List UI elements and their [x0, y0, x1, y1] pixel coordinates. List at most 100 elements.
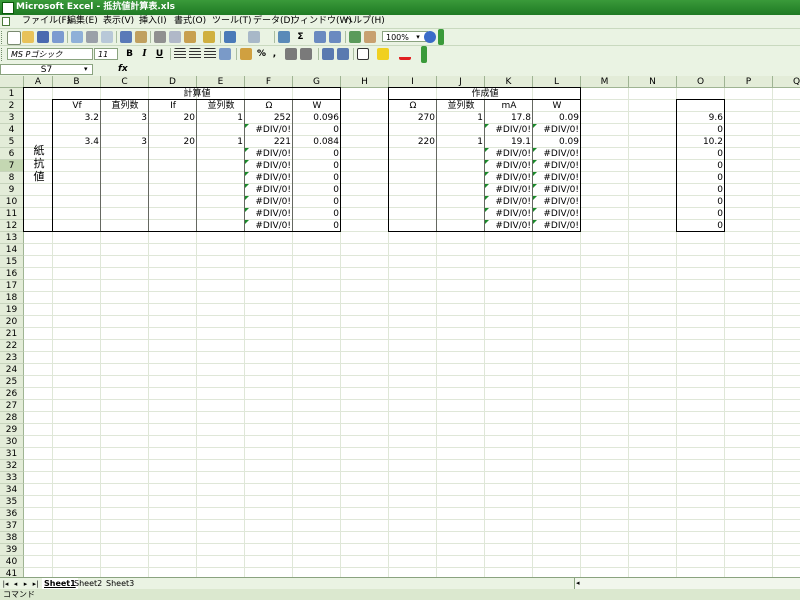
row-header-11[interactable]: 11	[0, 208, 24, 220]
error-indicator[interactable]	[245, 196, 249, 200]
menu-insert[interactable]: 挿入(I)	[139, 15, 167, 28]
row-header-18[interactable]: 18	[0, 292, 24, 304]
comma-button[interactable]: ,	[268, 48, 281, 61]
drawing-icon[interactable]	[364, 31, 376, 43]
error-indicator[interactable]	[485, 148, 489, 152]
data-cell[interactable]: 3	[101, 112, 149, 124]
toolbar-grip[interactable]	[1, 31, 5, 44]
row-header-39[interactable]: 39	[0, 544, 24, 556]
data-cell[interactable]: 0.09	[533, 112, 581, 124]
toolbar-options-icon[interactable]	[438, 29, 444, 45]
data-cell[interactable]: #DIV/0!	[245, 124, 293, 136]
percent-button[interactable]: %	[255, 48, 268, 61]
select-all-corner[interactable]	[0, 76, 24, 88]
error-indicator[interactable]	[485, 220, 489, 224]
data-cell[interactable]: #DIV/0!	[485, 160, 533, 172]
row-header-2[interactable]: 2	[0, 100, 24, 112]
data-cell[interactable]: 221	[245, 136, 293, 148]
borders-icon[interactable]	[357, 48, 369, 60]
data-cell[interactable]: 9.6	[677, 112, 725, 124]
undo-icon[interactable]	[224, 31, 236, 43]
sheet-tab-sheet2[interactable]: Sheet2	[72, 578, 104, 589]
column-header-o[interactable]: O	[677, 76, 725, 88]
row-header-13[interactable]: 13	[0, 232, 24, 244]
data-cell[interactable]: #DIV/0!	[245, 184, 293, 196]
row-header-27[interactable]: 27	[0, 400, 24, 412]
data-cell[interactable]: #DIV/0!	[533, 208, 581, 220]
error-indicator[interactable]	[485, 184, 489, 188]
error-indicator[interactable]	[533, 124, 537, 128]
table-header[interactable]: If	[149, 100, 197, 112]
column-header-h[interactable]: H	[341, 76, 389, 88]
table-header[interactable]: 並列数	[197, 100, 245, 112]
row-header-21[interactable]: 21	[0, 328, 24, 340]
spelling-icon[interactable]	[120, 31, 132, 43]
data-cell[interactable]: #DIV/0!	[245, 172, 293, 184]
print-icon[interactable]	[86, 31, 98, 43]
data-cell[interactable]: 220	[389, 136, 437, 148]
data-cell[interactable]: 0	[677, 148, 725, 160]
sheet-tab-sheet3[interactable]: Sheet3	[104, 578, 136, 589]
error-indicator[interactable]	[533, 160, 537, 164]
data-cell[interactable]: #DIV/0!	[485, 208, 533, 220]
document-icon[interactable]	[2, 17, 10, 26]
toolbar-grip[interactable]	[1, 48, 5, 61]
email-icon[interactable]	[71, 31, 83, 43]
row-header-14[interactable]: 14	[0, 244, 24, 256]
data-cell[interactable]: 3	[101, 136, 149, 148]
data-cell[interactable]: 1	[437, 136, 485, 148]
data-cell[interactable]: #DIV/0!	[533, 196, 581, 208]
data-cell[interactable]: #DIV/0!	[533, 148, 581, 160]
row-header-38[interactable]: 38	[0, 532, 24, 544]
data-cell[interactable]: 0.096	[293, 112, 341, 124]
data-cell[interactable]: #DIV/0!	[245, 148, 293, 160]
data-cell[interactable]: #DIV/0!	[485, 172, 533, 184]
data-cell[interactable]: 0	[677, 196, 725, 208]
row-header-33[interactable]: 33	[0, 472, 24, 484]
open-icon[interactable]	[22, 31, 34, 43]
menu-help[interactable]: ヘルプ(H)	[344, 15, 385, 28]
autosum-icon[interactable]: Σ	[294, 31, 307, 44]
data-cell[interactable]: 10.2	[677, 136, 725, 148]
error-indicator[interactable]	[245, 220, 249, 224]
row-header-35[interactable]: 35	[0, 496, 24, 508]
data-cell[interactable]: 17.8	[485, 112, 533, 124]
error-indicator[interactable]	[485, 160, 489, 164]
data-cell[interactable]: 0	[677, 208, 725, 220]
font-size-select[interactable]: 11	[94, 48, 118, 60]
name-box[interactable]: S7	[0, 64, 93, 75]
chart-wizard-icon[interactable]	[349, 31, 361, 43]
data-cell[interactable]: #DIV/0!	[533, 124, 581, 136]
data-cell[interactable]: 0.084	[293, 136, 341, 148]
table-header[interactable]: Ω	[245, 100, 293, 112]
row-header-31[interactable]: 31	[0, 448, 24, 460]
data-cell[interactable]: 0	[677, 184, 725, 196]
copy-icon[interactable]	[169, 31, 181, 43]
error-indicator[interactable]	[533, 148, 537, 152]
row-header-28[interactable]: 28	[0, 412, 24, 424]
row-header-17[interactable]: 17	[0, 280, 24, 292]
column-header-p[interactable]: P	[725, 76, 773, 88]
merge-center-icon[interactable]	[219, 48, 231, 60]
decrease-indent-icon[interactable]	[322, 48, 334, 60]
row-header-22[interactable]: 22	[0, 340, 24, 352]
data-cell[interactable]: 20	[149, 136, 197, 148]
font-name-select[interactable]: MS Pゴシック	[7, 48, 93, 60]
save-icon[interactable]	[37, 31, 49, 43]
row-header-25[interactable]: 25	[0, 376, 24, 388]
table-header[interactable]: W	[293, 100, 341, 112]
row-header-9[interactable]: 9	[0, 184, 24, 196]
sort-ascending-icon[interactable]	[314, 31, 326, 43]
italic-button[interactable]: I	[138, 48, 151, 61]
formula-input[interactable]	[134, 64, 800, 75]
row-header-16[interactable]: 16	[0, 268, 24, 280]
error-indicator[interactable]	[245, 184, 249, 188]
row-header-12[interactable]: 12	[0, 220, 24, 232]
row-header-24[interactable]: 24	[0, 364, 24, 376]
excel-app-icon[interactable]	[2, 2, 14, 14]
bold-button[interactable]: B	[123, 48, 136, 61]
data-cell[interactable]: #DIV/0!	[533, 160, 581, 172]
data-cell[interactable]: #DIV/0!	[485, 196, 533, 208]
table-header[interactable]: W	[533, 100, 581, 112]
row-header-41[interactable]: 41	[0, 568, 24, 577]
